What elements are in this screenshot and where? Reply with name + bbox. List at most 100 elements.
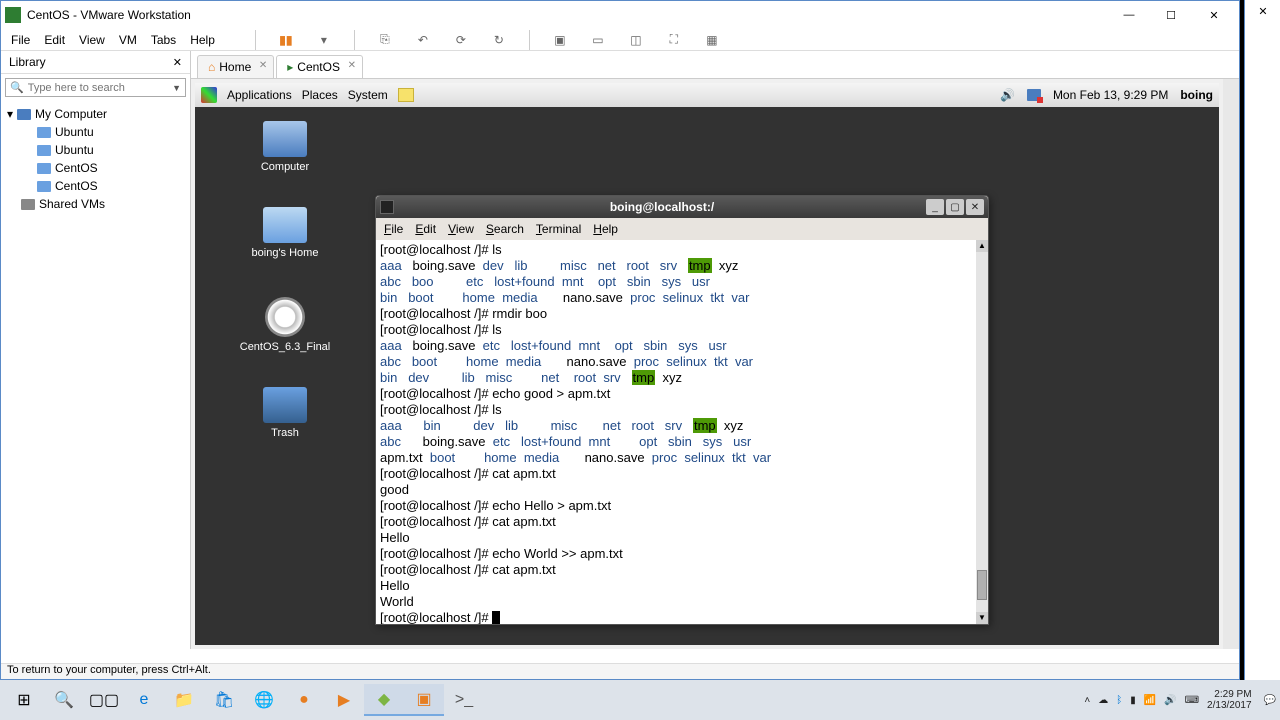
vm-icon — [37, 127, 51, 138]
tab-close-icon[interactable]: ✕ — [259, 60, 267, 71]
library-tree: ▾My Computer Ubuntu Ubuntu CentOS CentOS… — [1, 101, 190, 217]
tray-lang-icon[interactable]: ⌨ — [1185, 695, 1199, 706]
guest-scrollbar[interactable] — [1223, 79, 1239, 649]
search-dropdown-icon[interactable]: ▼ — [172, 83, 181, 93]
tray-up-icon[interactable]: ˄ — [1084, 695, 1090, 706]
fullscreen-button[interactable]: ▣ — [548, 28, 572, 52]
minimize-button[interactable]: — — [1109, 5, 1149, 25]
term-menu-search[interactable]: Search — [486, 222, 524, 236]
close-button[interactable]: ✕ — [1193, 5, 1235, 25]
manage-button[interactable]: ⟳ — [449, 28, 473, 52]
tree-item-shared[interactable]: Shared VMs — [7, 195, 184, 213]
snapshot-button[interactable]: ⎘ — [373, 28, 397, 52]
library-search[interactable]: 🔍 ▼ — [5, 78, 186, 97]
unity-button[interactable]: ▭ — [586, 28, 610, 52]
term-menu-view[interactable]: View — [448, 222, 474, 236]
thumbnail-button[interactable]: ▦ — [700, 28, 724, 52]
term-menu-file[interactable]: File — [384, 222, 403, 236]
tray-battery-icon[interactable]: ▮ — [1130, 695, 1136, 706]
taskbar-camtasia[interactable]: ◆ — [364, 684, 404, 716]
background-window: ✕ — [1244, 0, 1280, 680]
bg-close-button[interactable]: ✕ — [1245, 0, 1280, 22]
tree-item-centos-1[interactable]: CentOS — [7, 159, 184, 177]
tab-centos[interactable]: ▸CentOS✕ — [276, 55, 363, 78]
taskbar-chrome[interactable]: 🌐 — [244, 684, 284, 716]
taskbar-app-orange[interactable]: ● — [284, 684, 324, 716]
library-panel: Library ✕ 🔍 ▼ ▾My Computer Ubuntu Ubuntu… — [1, 51, 191, 649]
tab-bar: ⌂Home✕ ▸CentOS✕ — [191, 51, 1239, 79]
scroll-thumb[interactable] — [977, 570, 987, 600]
maximize-button[interactable]: ☐ — [1151, 5, 1191, 25]
tab-home[interactable]: ⌂Home✕ — [197, 55, 274, 78]
taskbar-vmware[interactable]: ▣ — [404, 684, 444, 716]
tree-root[interactable]: ▾My Computer — [7, 105, 184, 123]
menu-vm[interactable]: VM — [119, 33, 137, 47]
search-icon: 🔍 — [10, 81, 24, 94]
taskbar-media[interactable]: ▶ — [324, 684, 364, 716]
power-dropdown[interactable]: ▾ — [312, 28, 336, 52]
vm-icon — [37, 145, 51, 156]
terminal-icon — [380, 200, 394, 214]
tree-item-centos-2[interactable]: CentOS — [7, 177, 184, 195]
vm-icon — [37, 163, 51, 174]
tray-onedrive-icon[interactable]: ☁ — [1098, 695, 1108, 706]
tray-notifications-icon[interactable]: 💬 — [1264, 695, 1276, 706]
term-close-button[interactable]: ✕ — [966, 199, 984, 215]
guest-desktop[interactable]: Applications Places System 🔊 Mon Feb 13,… — [195, 83, 1219, 645]
library-search-input[interactable] — [28, 82, 172, 94]
term-max-button[interactable]: ▢ — [946, 199, 964, 215]
desktop-home[interactable]: boing's Home — [235, 207, 335, 259]
desktop-disc[interactable]: CentOS_6.3_Final — [235, 297, 335, 353]
tab-close-icon[interactable]: ✕ — [348, 60, 356, 71]
taskbar-explorer[interactable]: 📁 — [164, 684, 204, 716]
panel-places[interactable]: Places — [302, 88, 338, 102]
menu-help[interactable]: Help — [190, 33, 215, 47]
terminal-body[interactable]: [root@localhost /]# ls aaa boing.save de… — [376, 240, 988, 624]
taskbar-terminal[interactable]: >_ — [444, 684, 484, 716]
menu-edit[interactable]: Edit — [44, 33, 65, 47]
home-folder-icon — [263, 207, 307, 243]
scroll-down-icon[interactable]: ▼ — [976, 612, 988, 624]
menu-tabs[interactable]: Tabs — [151, 33, 176, 47]
task-view-button[interactable]: ▢▢ — [84, 684, 124, 716]
desktop-computer[interactable]: Computer — [235, 121, 335, 173]
network-icon[interactable] — [1027, 89, 1041, 101]
tray-wifi-icon[interactable]: 📶 — [1144, 695, 1156, 706]
panel-system[interactable]: System — [348, 88, 388, 102]
term-min-button[interactable]: _ — [926, 199, 944, 215]
gnome-top-panel: Applications Places System 🔊 Mon Feb 13,… — [195, 83, 1219, 107]
start-button[interactable]: ⊞ — [4, 684, 44, 716]
scroll-up-icon[interactable]: ▲ — [976, 240, 988, 252]
pause-button[interactable]: ▮▮ — [274, 28, 298, 52]
desktop-area[interactable]: Computer boing's Home CentOS_6.3_Final T… — [195, 107, 1219, 645]
volume-icon[interactable]: 🔊 — [1000, 88, 1015, 102]
tray-volume-icon[interactable]: 🔊 — [1164, 695, 1176, 706]
main-area: ⌂Home✕ ▸CentOS✕ Applications Places Syst… — [191, 51, 1239, 649]
panel-user[interactable]: boing — [1180, 88, 1213, 102]
taskbar-clock[interactable]: 2:29 PM 2/13/2017 — [1207, 689, 1256, 711]
term-menu-edit[interactable]: Edit — [415, 222, 436, 236]
taskbar-search[interactable]: 🔍 — [44, 684, 84, 716]
sticky-note-icon[interactable] — [398, 88, 414, 102]
taskbar-store[interactable]: 🛍 — [204, 684, 244, 716]
desktop-trash[interactable]: Trash — [235, 387, 335, 439]
term-menu-terminal[interactable]: Terminal — [536, 222, 581, 236]
menu-view[interactable]: View — [79, 33, 105, 47]
library-close-button[interactable]: ✕ — [173, 56, 182, 69]
vmware-icon — [5, 7, 21, 23]
stretch-button[interactable]: ⛶ — [662, 28, 686, 52]
revert-button[interactable]: ↶ — [411, 28, 435, 52]
terminal-scrollbar[interactable]: ▲ ▼ — [976, 240, 988, 624]
panel-applications[interactable]: Applications — [227, 88, 292, 102]
snapshot-mgr-button[interactable]: ↻ — [487, 28, 511, 52]
panel-clock[interactable]: Mon Feb 13, 9:29 PM — [1053, 88, 1168, 102]
terminal-titlebar[interactable]: boing@localhost:/ _ ▢ ✕ — [376, 196, 988, 218]
terminal-menubar: File Edit View Search Terminal Help — [376, 218, 988, 240]
tree-item-ubuntu-2[interactable]: Ubuntu — [7, 141, 184, 159]
tray-bluetooth-icon[interactable]: ᛒ — [1116, 695, 1122, 706]
term-menu-help[interactable]: Help — [593, 222, 618, 236]
menu-file[interactable]: File — [11, 33, 30, 47]
taskbar-edge[interactable]: e — [124, 684, 164, 716]
tree-item-ubuntu-1[interactable]: Ubuntu — [7, 123, 184, 141]
console-button[interactable]: ◫ — [624, 28, 648, 52]
